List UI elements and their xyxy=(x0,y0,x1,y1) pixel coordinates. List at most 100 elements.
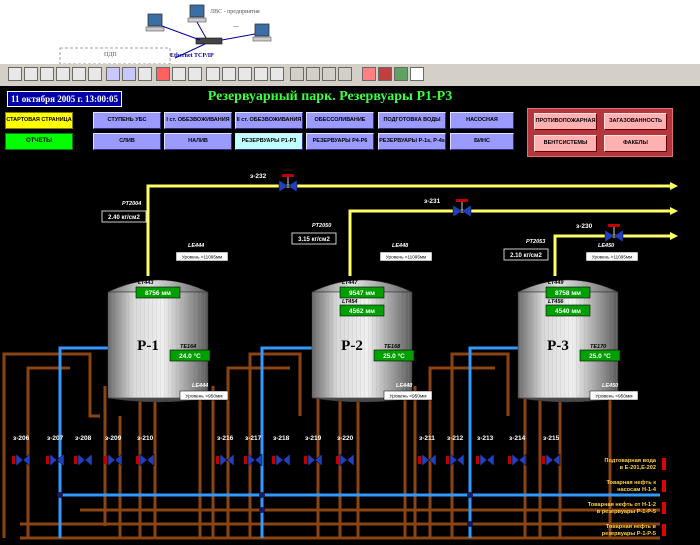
valve-handwheel-icon[interactable] xyxy=(216,456,219,464)
valve-icon[interactable] xyxy=(219,453,228,467)
safety-button-3[interactable]: ФАКЕЛЫ xyxy=(604,135,667,152)
start-page-button[interactable]: СТАРТОВАЯ СТРАНИЦА xyxy=(5,112,73,129)
outlet-valve-icon[interactable] xyxy=(662,480,666,492)
valve-icon[interactable] xyxy=(107,453,116,467)
toolbar-button[interactable] xyxy=(254,67,268,81)
nav-button-row1-4[interactable]: ПОДГОТОВКА ВОДЫ xyxy=(378,112,446,129)
toolbar-button[interactable] xyxy=(172,67,186,81)
toolbar-button[interactable] xyxy=(56,67,70,81)
valve-icon[interactable] xyxy=(278,179,289,193)
valve-icon[interactable] xyxy=(604,229,615,243)
nav-button-row1-5[interactable]: НАСОСНАЯ xyxy=(450,112,514,129)
toolbar-button[interactable] xyxy=(238,67,252,81)
valve-icon[interactable] xyxy=(254,453,263,467)
valve-handwheel-icon[interactable] xyxy=(46,456,49,464)
valve-icon[interactable] xyxy=(49,453,58,467)
nav-button-row2-4[interactable]: РЕЗЕРВУАРЫ Р-1s, Р-4s xyxy=(378,133,446,150)
toolbar-button[interactable] xyxy=(378,67,392,81)
valve-handwheel-icon[interactable] xyxy=(456,199,468,202)
valve-handwheel-icon[interactable] xyxy=(542,456,545,464)
valve-handwheel-icon[interactable] xyxy=(136,456,139,464)
toolbar-button[interactable] xyxy=(394,67,408,81)
toolbar-button[interactable] xyxy=(24,67,38,81)
safety-button-1[interactable]: ЗАГАЗОВАННОСТЬ xyxy=(604,113,667,130)
nav-button-row2-3[interactable]: РЕЗЕРВУАРЫ Р4-Р6 xyxy=(306,133,374,150)
valve-icon[interactable] xyxy=(552,453,561,467)
valve-icon[interactable] xyxy=(339,453,348,467)
valve-icon[interactable] xyxy=(307,453,316,467)
toolbar-button[interactable] xyxy=(338,67,352,81)
valve-handwheel-icon[interactable] xyxy=(608,224,620,227)
valve-icon[interactable] xyxy=(77,453,86,467)
safety-button-2[interactable]: ВЕНТСИСТЕМЫ xyxy=(534,135,597,152)
valve-icon[interactable] xyxy=(282,453,291,467)
valve-handwheel-icon[interactable] xyxy=(336,456,339,464)
toolbar-button[interactable] xyxy=(72,67,86,81)
valve-label: з-208 xyxy=(75,435,92,442)
valve-icon[interactable] xyxy=(346,453,355,467)
valve-handwheel-icon[interactable] xyxy=(418,456,421,464)
valve-icon[interactable] xyxy=(452,204,463,218)
valve-handwheel-icon[interactable] xyxy=(508,456,511,464)
valve-icon[interactable] xyxy=(139,453,148,467)
nav-button-row1-1[interactable]: I ст. ОБЕЗВОЖИВАНИЯ xyxy=(164,112,232,129)
valve-handwheel-icon[interactable] xyxy=(282,174,294,177)
toolbar-button[interactable] xyxy=(106,67,120,81)
outlet-valve-icon[interactable] xyxy=(662,502,666,514)
toolbar-button[interactable] xyxy=(206,67,220,81)
valve-icon[interactable] xyxy=(15,453,24,467)
valve-icon[interactable] xyxy=(84,453,93,467)
valve-handwheel-icon[interactable] xyxy=(74,456,77,464)
valve-icon[interactable] xyxy=(456,453,465,467)
valve-handwheel-icon[interactable] xyxy=(446,456,449,464)
valve-icon[interactable] xyxy=(479,453,488,467)
valve-icon[interactable] xyxy=(511,453,520,467)
toolbar-button[interactable] xyxy=(362,67,376,81)
valve-icon[interactable] xyxy=(421,453,430,467)
toolbar-button[interactable] xyxy=(138,67,152,81)
valve-handwheel-icon[interactable] xyxy=(12,456,15,464)
outlet-valve-icon[interactable] xyxy=(662,458,666,470)
tank-name: Р-1 xyxy=(137,338,159,354)
valve-icon[interactable] xyxy=(461,204,472,218)
temperature-value: 25.0 °С xyxy=(383,352,405,360)
nav-button-row1-3[interactable]: ОБЕССОЛИВАНИЕ xyxy=(306,112,374,129)
valve-handwheel-icon[interactable] xyxy=(476,456,479,464)
valve-handwheel-icon[interactable] xyxy=(272,456,275,464)
toolbar-button[interactable] xyxy=(156,67,170,81)
toolbar-button[interactable] xyxy=(8,67,22,81)
toolbar-button[interactable] xyxy=(40,67,54,81)
gas-flow-arrow xyxy=(670,182,678,190)
valve-handwheel-icon[interactable] xyxy=(244,456,247,464)
valve-icon[interactable] xyxy=(486,453,495,467)
valve-icon[interactable] xyxy=(287,179,298,193)
toolbar-button[interactable] xyxy=(410,67,424,81)
toolbar-button[interactable] xyxy=(222,67,236,81)
nav-button-row2-0[interactable]: СЛИВ xyxy=(93,133,161,150)
toolbar-button[interactable] xyxy=(270,67,284,81)
toolbar-button[interactable] xyxy=(122,67,136,81)
toolbar-button[interactable] xyxy=(88,67,102,81)
low-level-value: Уровень <950мм xyxy=(185,394,222,400)
nav-button-row2-2[interactable]: РЕЗЕРВУАРЫ Р1-Р3 xyxy=(235,133,303,150)
valve-icon[interactable] xyxy=(545,453,554,467)
header-panel: 11 октября 2005 г. 13:00:05 Резервуарный… xyxy=(0,86,700,157)
pressure-value: 3.15 кг/см2 xyxy=(298,237,330,243)
toolbar-button[interactable] xyxy=(322,67,336,81)
valve-icon[interactable] xyxy=(518,453,527,467)
outlet-valve-icon[interactable] xyxy=(662,524,666,536)
valve-icon[interactable] xyxy=(146,453,155,467)
nav-button-row1-0[interactable]: СТУПЕНЬ УБС xyxy=(93,112,161,129)
valve-handwheel-icon[interactable] xyxy=(304,456,307,464)
valve-icon[interactable] xyxy=(275,453,284,467)
valve-handwheel-icon[interactable] xyxy=(104,456,107,464)
valve-icon[interactable] xyxy=(613,229,624,243)
toolbar-button[interactable] xyxy=(290,67,304,81)
nav-button-row2-5[interactable]: БИНС xyxy=(450,133,514,150)
nav-button-row1-2[interactable]: II ст. ОБЕЗВОЖИВАНИЯ xyxy=(235,112,303,129)
toolbar-button[interactable] xyxy=(306,67,320,81)
safety-button-0[interactable]: ПРОТИВОПОЖАРНАЯ xyxy=(534,113,597,130)
nav-button-row2-1[interactable]: НАЛИВ xyxy=(164,133,232,150)
reports-button[interactable]: ОТЧЕТЫ xyxy=(5,133,73,150)
toolbar-button[interactable] xyxy=(188,67,202,81)
